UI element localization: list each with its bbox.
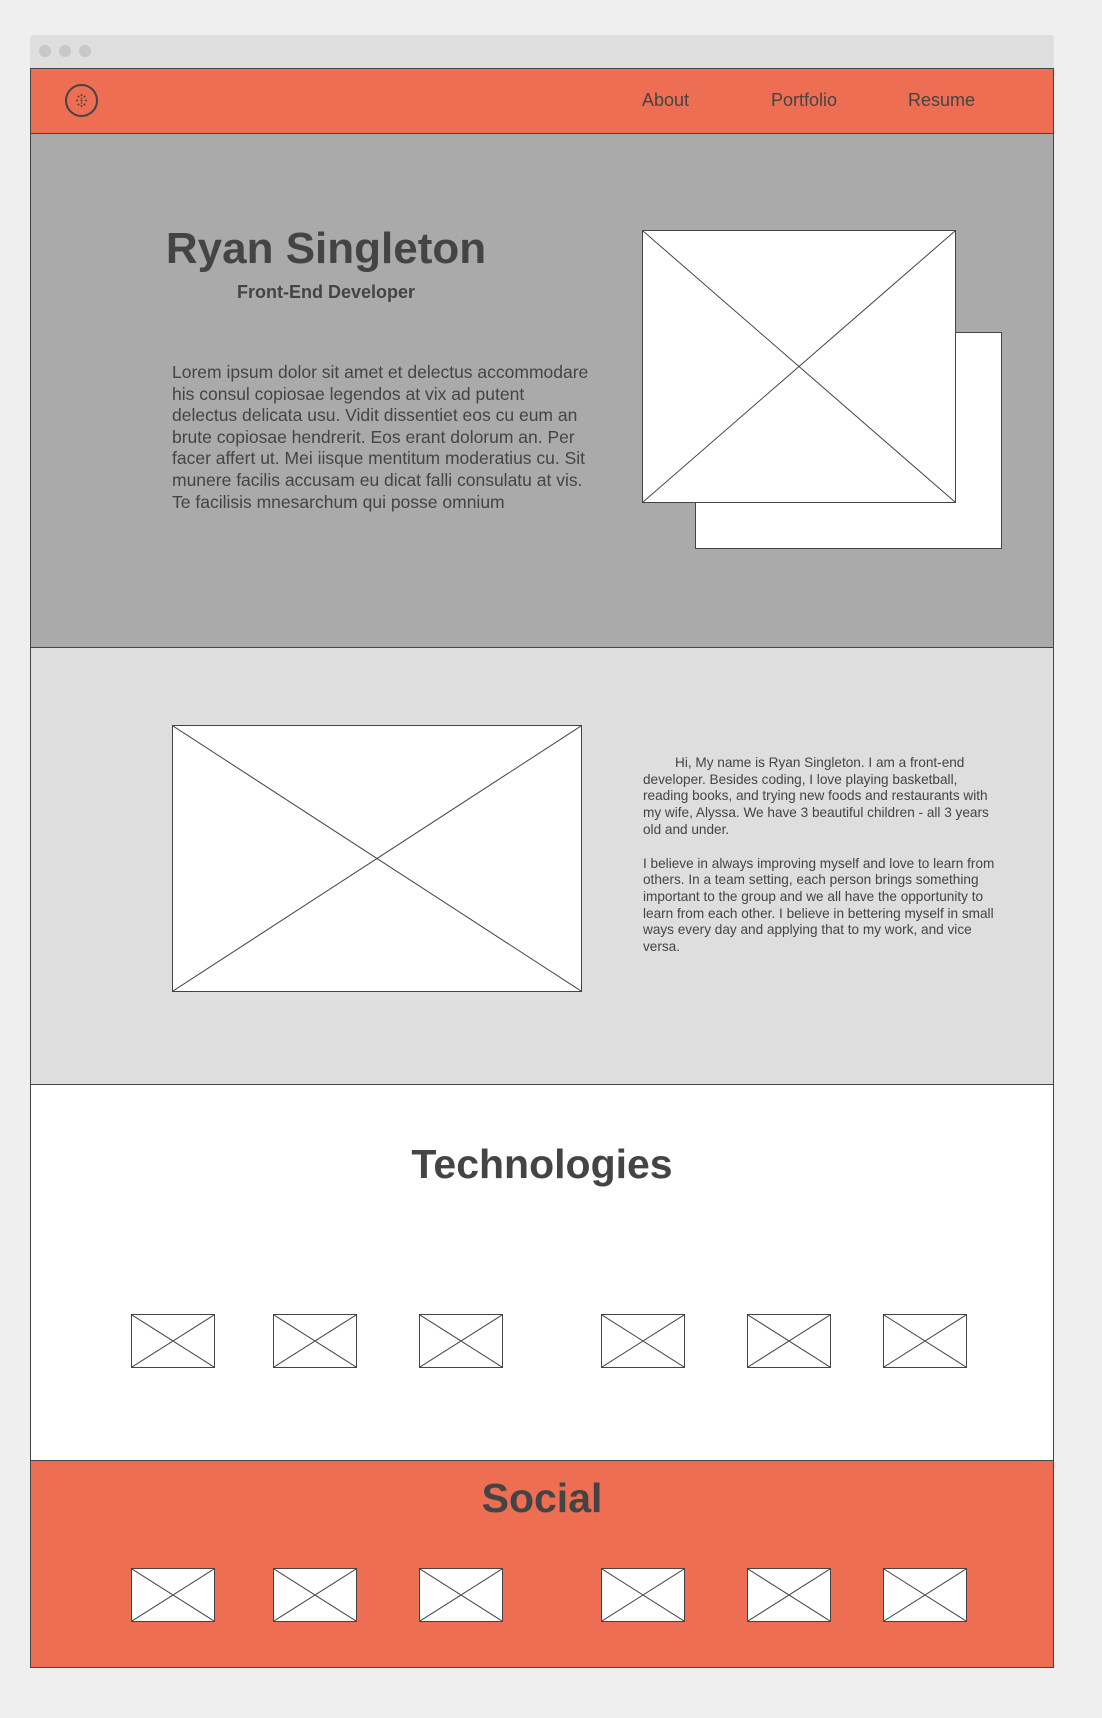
about-text: Hi, My name is Ryan Singleton. I am a fr… [643, 755, 1003, 973]
about-section: Hi, My name is Ryan Singleton. I am a fr… [31, 648, 1053, 1085]
window-minimize-dot[interactable] [59, 45, 71, 57]
technology-logo-placeholder [131, 1314, 215, 1368]
technologies-section: Technologies [31, 1085, 1053, 1461]
about-paragraph-1: Hi, My name is Ryan Singleton. I am a fr… [643, 755, 989, 837]
technologies-title: Technologies [411, 1141, 673, 1187]
technology-logo-placeholder [601, 1314, 685, 1368]
navbar: About Portfolio Resume [31, 69, 1053, 134]
technology-logo-placeholder [883, 1314, 967, 1368]
social-link-placeholder[interactable] [601, 1568, 685, 1622]
page-frame: About Portfolio Resume Ryan Singleton Fr… [30, 68, 1054, 1668]
hero-role: Front-End Developer [236, 282, 415, 302]
technology-logo-placeholder [747, 1314, 831, 1368]
social-link-placeholder[interactable] [419, 1568, 503, 1622]
social-link-placeholder[interactable] [273, 1568, 357, 1622]
technology-logo-placeholder [273, 1314, 357, 1368]
hero-section: Ryan Singleton Front-End Developer Lorem… [31, 134, 1053, 648]
browser-window: About Portfolio Resume Ryan Singleton Fr… [30, 35, 1054, 1668]
social-link-placeholder[interactable] [883, 1568, 967, 1622]
hero-name: Ryan Singleton [165, 224, 487, 273]
browser-chrome [30, 35, 1054, 68]
technology-logo-placeholder [419, 1314, 503, 1368]
about-image-placeholder [172, 725, 582, 992]
social-link-placeholder[interactable] [131, 1568, 215, 1622]
window-maximize-dot[interactable] [79, 45, 91, 57]
nav-link-resume[interactable]: Resume [908, 90, 975, 111]
dribbble-icon[interactable] [65, 84, 98, 117]
social-link-placeholder[interactable] [747, 1568, 831, 1622]
about-paragraph-2: I believe in always improving myself and… [643, 855, 995, 955]
social-title: Social [481, 1475, 603, 1521]
hero-image-placeholder [642, 230, 956, 503]
hero-text: Lorem ipsum dolor sit amet et delectus a… [172, 362, 589, 512]
nav-link-about[interactable]: About [642, 90, 689, 111]
nav-link-portfolio[interactable]: Portfolio [771, 90, 837, 111]
social-section: Social [31, 1461, 1053, 1667]
window-close-dot[interactable] [39, 45, 51, 57]
